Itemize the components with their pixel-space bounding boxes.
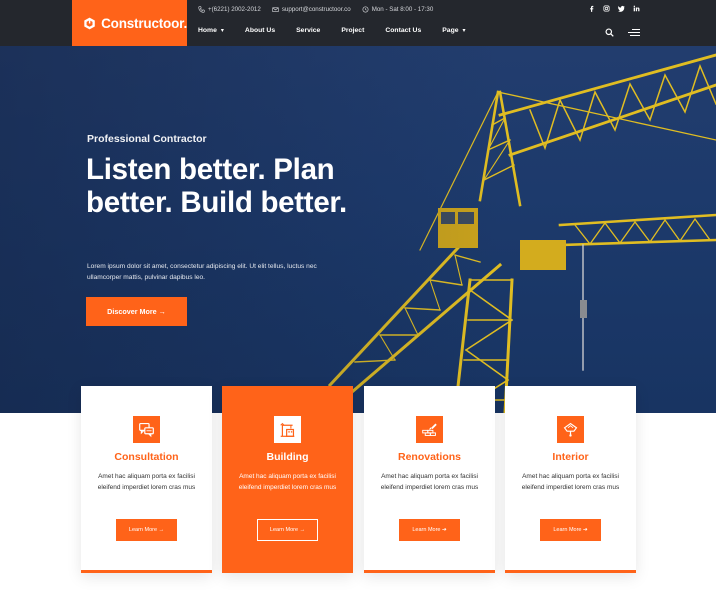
linkedin-icon[interactable] [633,4,640,12]
nav-label: Project [341,27,365,34]
envelope-icon [272,6,279,12]
email-text: support@constructoor.co [281,5,351,13]
service-card-interior[interactable]: Interior Amet hac aliquam porta ex facil… [505,386,636,573]
hero-section: Professional Contractor Listen better. P… [0,46,716,413]
brand-name: Constructoor. [101,15,187,31]
service-description: Amet hac aliquam porta ex facilisi eleif… [521,473,620,491]
chevron-down-icon: ▾ [462,28,466,34]
chevron-down-icon: ▾ [220,28,224,34]
services-section: Consultation Amet hac aliquam porta ex f… [81,386,637,573]
service-title: Building [266,451,309,463]
service-description: Amet hac aliquam porta ex facilisi eleif… [97,473,196,491]
chat-bubbles-icon [133,416,160,443]
contact-bar: +(6221) 2002-2012 support@constructoor.c… [198,4,444,14]
nav-label: Service [296,27,321,34]
hero-headline: Listen better. Plan better. Build better… [86,153,347,219]
service-title: Interior [552,451,589,463]
learn-more-button[interactable]: Learn More → [257,519,318,541]
discover-more-button[interactable]: Discover More → [86,297,187,326]
service-description: Amet hac aliquam porta ex facilisi eleif… [380,473,479,491]
nav-label: Contact Us [385,27,422,34]
service-card-building[interactable]: Building Amet hac aliquam porta ex facil… [222,386,353,573]
nav-item-about[interactable]: About Us [245,27,275,34]
phone-text: +(6221) 2002-2012 [208,5,261,13]
logo-hexagon-icon [84,17,95,29]
search-icon[interactable] [605,28,614,37]
crane-building-icon [274,416,301,443]
hamburger-menu-icon[interactable] [628,29,640,37]
hours-text: Mon - Sat 8:00 - 17:30 [371,5,434,13]
nav-label: Home [198,27,217,34]
nav-item-home[interactable]: Home ▾ [198,27,224,34]
social-links [580,4,640,12]
hero-eyebrow: Professional Contractor [87,133,207,145]
contact-email[interactable]: support@constructoor.co [272,6,351,13]
learn-more-button[interactable]: Learn More → [116,519,177,541]
nav-label: Page [442,27,459,34]
clock-icon [362,6,369,12]
contact-hours: Mon - Sat 8:00 - 17:30 [362,5,434,13]
nav-item-service[interactable]: Service [296,27,320,34]
service-card-consultation[interactable]: Consultation Amet hac aliquam porta ex f… [81,386,212,573]
brick-trowel-icon [416,416,443,443]
site-header: Constructoor. +(6221) 2002-2012 support@… [0,0,716,46]
facebook-icon[interactable] [588,4,595,12]
hero-description: Lorem ipsum dolor sit amet, consectetur … [87,263,317,281]
main-nav: Home ▾ About Us Service Project Contact … [198,27,487,34]
hero-overlay [0,46,716,413]
instagram-icon[interactable] [603,4,610,12]
phone-icon [198,5,205,13]
contact-phone[interactable]: +(6221) 2002-2012 [198,6,261,13]
lamp-icon [557,416,584,443]
service-title: Renovations [397,451,461,463]
nav-item-contact[interactable]: Contact Us [385,27,421,34]
nav-item-page[interactable]: Page ▾ [442,27,465,34]
learn-more-button[interactable]: Learn More ➔ [399,519,460,541]
nav-label: About Us [244,27,276,34]
service-title: Consultation [114,451,179,463]
learn-more-button[interactable]: Learn More ➔ [540,519,601,541]
service-description: Amet hac aliquam porta ex facilisi eleif… [238,473,337,491]
brand-logo[interactable]: Constructoor. [72,0,187,46]
service-card-renovations[interactable]: Renovations Amet hac aliquam porta ex fa… [364,386,495,573]
twitter-icon[interactable] [618,4,625,12]
nav-item-project[interactable]: Project [341,27,364,34]
